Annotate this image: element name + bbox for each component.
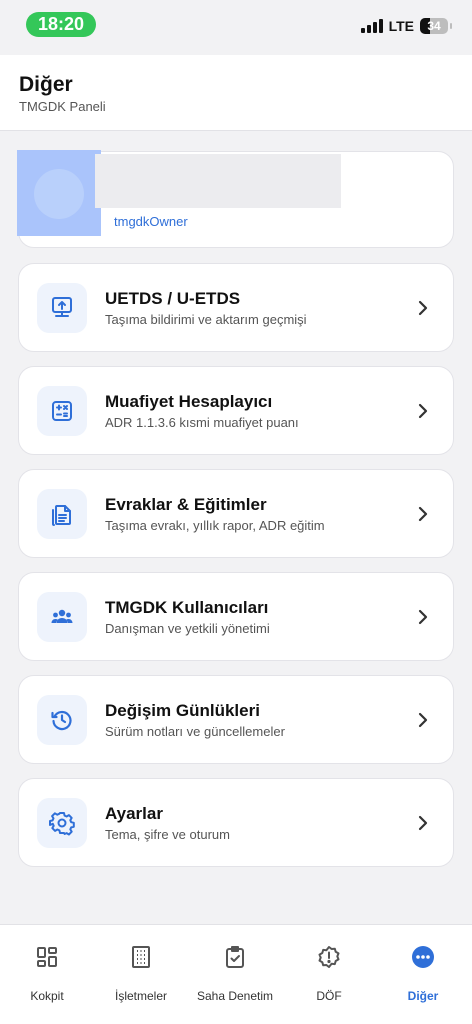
chevron-right-icon (418, 300, 428, 316)
avatar (17, 150, 101, 236)
chevron-right-icon (418, 403, 428, 419)
signal-icon (360, 19, 383, 33)
menu-item-subtitle: Sürüm notları ve güncellemeler (105, 724, 285, 739)
tab-label: Diğer (407, 989, 439, 1003)
menu-item-settings[interactable]: Ayarlar Tema, şifre ve oturum (18, 778, 454, 867)
more-icon (412, 946, 434, 968)
clipboard-check-icon (226, 946, 244, 968)
history-icon (37, 695, 87, 745)
upload-monitor-icon (37, 283, 87, 333)
menu-item-users[interactable]: TMGDK Kullanıcıları Danışman ve yetkili … (18, 572, 454, 661)
menu-item-subtitle: Taşıma bildirimi ve aktarım geçmişi (105, 312, 307, 327)
battery-level: 34 (427, 19, 441, 33)
bottom-tab-bar: Kokpit İşletmeler Saha Denetim DÖF Diğer (0, 924, 472, 1024)
chevron-right-icon (418, 506, 428, 522)
chevron-right-icon (418, 609, 428, 625)
building-icon (132, 946, 150, 968)
dashboard-icon (37, 947, 57, 967)
menu-item-title: Değişim Günlükleri (105, 701, 260, 720)
users-group-icon (37, 592, 87, 642)
page-header: Diğer TMGDK Paneli (0, 55, 472, 131)
tab-kokpit[interactable]: Kokpit (0, 925, 94, 1024)
menu-item-muafiyet[interactable]: Muafiyet Hesaplayıcı ADR 1.1.3.6 kısmi m… (18, 366, 454, 455)
menu-item-uetds[interactable]: UETDS / U-ETDS Taşıma bildirimi ve aktar… (18, 263, 454, 352)
menu-item-title: Ayarlar (105, 804, 163, 823)
tab-isletmeler[interactable]: İşletmeler (94, 925, 188, 1024)
menu-item-subtitle: Taşıma evrakı, yıllık rapor, ADR eğitim (105, 518, 325, 533)
page-title: Diğer (19, 73, 73, 96)
menu-item-evraklar[interactable]: Evraklar & Eğitimler Taşıma evrakı, yıll… (18, 469, 454, 558)
menu-item-title: Evraklar & Eğitimler (105, 495, 267, 514)
chevron-right-icon (418, 815, 428, 831)
menu-item-title: UETDS / U-ETDS (105, 289, 241, 308)
tab-dof[interactable]: DÖF (282, 925, 376, 1024)
tab-label: İşletmeler (114, 989, 167, 1003)
menu-item-title: Muafiyet Hesaplayıcı (105, 392, 273, 411)
menu-item-subtitle: Danışman ve yetkili yönetimi (105, 621, 270, 636)
battery-icon: 34 (420, 18, 448, 34)
tab-label: Kokpit (30, 989, 64, 1003)
status-time: 18:20 (26, 12, 96, 37)
menu-item-title: TMGDK Kullanıcıları (105, 598, 269, 617)
profile-name-redacted (95, 154, 341, 208)
documents-icon (37, 489, 87, 539)
status-bar: 18:20 LTE 34 (0, 0, 472, 52)
chevron-right-icon (418, 712, 428, 728)
tab-diger[interactable]: Diğer (376, 925, 470, 1024)
alert-badge-icon (318, 946, 340, 968)
page-subtitle: TMGDK Paneli (19, 99, 106, 114)
profile-role: tmgdkOwner (114, 214, 188, 229)
menu-item-subtitle: Tema, şifre ve oturum (105, 827, 230, 842)
menu-item-changelog[interactable]: Değişim Günlükleri Sürüm notları ve günc… (18, 675, 454, 764)
calculator-icon (37, 386, 87, 436)
menu-item-subtitle: ADR 1.1.3.6 kısmi muafiyet puanı (105, 415, 299, 430)
tab-label: DÖF (316, 989, 342, 1003)
gear-icon (37, 798, 87, 848)
profile-card[interactable]: tmgdkOwner (17, 150, 454, 248)
tab-saha-denetim[interactable]: Saha Denetim (188, 925, 282, 1024)
network-type: LTE (388, 18, 414, 34)
status-indicators: LTE 34 (360, 16, 452, 36)
tab-label: Saha Denetim (196, 989, 274, 1003)
